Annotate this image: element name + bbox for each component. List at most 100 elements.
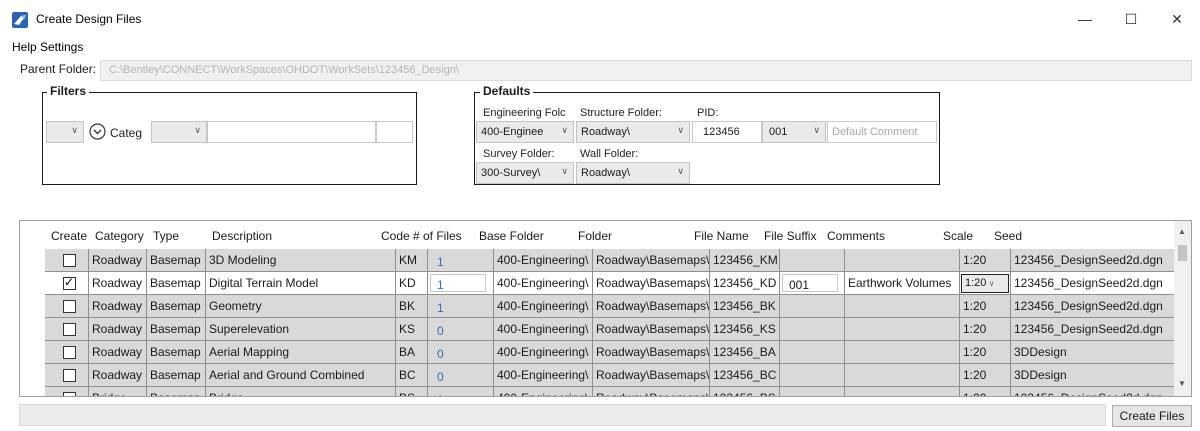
category-cell[interactable]: Roadway — [89, 318, 147, 341]
filter-extra-input[interactable] — [376, 121, 413, 143]
create-checkbox[interactable] — [63, 300, 76, 313]
description-cell[interactable]: Aerial Mapping — [206, 341, 396, 364]
create-checkbox[interactable] — [63, 346, 76, 359]
seed-cell[interactable]: 123456_DesignSeed2d.dgn — [1011, 387, 1177, 396]
files-count-cell[interactable]: 0 — [428, 364, 494, 387]
type-cell[interactable]: Basemap — [147, 387, 206, 396]
files-count-cell[interactable]: 0 — [428, 387, 494, 396]
category-cell[interactable]: Roadway — [89, 249, 147, 272]
filter-operator-dropdown[interactable]: ∨ — [151, 121, 207, 143]
create-checkbox[interactable] — [63, 254, 76, 267]
base-folder-cell[interactable]: 400-Engineering\ — [494, 341, 593, 364]
type-cell[interactable]: Basemap — [147, 341, 206, 364]
file-name-cell[interactable]: 123456_KD — [710, 272, 780, 295]
seed-cell[interactable]: 3DDesign — [1011, 364, 1177, 387]
create-checkbox[interactable] — [63, 369, 76, 382]
create-checkbox[interactable] — [63, 392, 76, 396]
base-folder-cell[interactable]: 400-Engineering\ — [494, 364, 593, 387]
create-files-button[interactable]: Create Files — [1112, 405, 1192, 427]
file-name-cell[interactable]: 123456_BK — [710, 295, 780, 318]
description-cell[interactable]: Geometry — [206, 295, 396, 318]
file-name-cell[interactable]: 123456_BA — [710, 341, 780, 364]
description-cell[interactable]: 3D Modeling — [206, 249, 396, 272]
minimize-button[interactable]: — — [1062, 0, 1108, 38]
description-cell[interactable]: Digital Terrain Model — [206, 272, 396, 295]
description-cell[interactable]: Bridge — [206, 387, 396, 396]
files-count-cell[interactable]: 1 — [428, 249, 494, 272]
file-name-cell[interactable]: 123456_KM — [710, 249, 780, 272]
file-suffix-cell[interactable]: 001 — [780, 272, 845, 295]
seed-cell[interactable]: 123456_DesignSeed2d.dgn — [1011, 318, 1177, 341]
table-row[interactable]: Roadway Basemap Aerial Mapping BA 0 400-Engin… — [45, 341, 1177, 364]
folder-cell[interactable]: Roadway\Basemaps\ — [593, 295, 710, 318]
code-cell[interactable]: BK — [396, 295, 428, 318]
table-row[interactable]: BridgeBasemapBridgeBS0400-Engineering\Ro… — [45, 387, 1177, 396]
engineering-folder-dropdown[interactable]: 400-Enginee ∨ — [476, 121, 574, 143]
comments-cell[interactable] — [845, 387, 960, 396]
files-count-cell[interactable]: 1 — [428, 295, 494, 318]
filter-field-dropdown[interactable]: ∨ — [46, 121, 84, 143]
maximize-button[interactable]: ☐ — [1108, 0, 1154, 38]
code-cell[interactable]: KS — [396, 318, 428, 341]
code-cell[interactable]: BS — [396, 387, 428, 396]
expand-circle-icon[interactable] — [89, 123, 106, 140]
files-count-cell[interactable]: 0 — [428, 341, 494, 364]
description-cell[interactable]: Aerial and Ground Combined — [206, 364, 396, 387]
base-folder-cell[interactable]: 400-Engineering\ — [494, 318, 593, 341]
table-row[interactable]: Roadway Basemap Superelevation KS 0 400-Engin… — [45, 318, 1177, 341]
close-button[interactable]: ✕ — [1154, 0, 1200, 38]
description-cell[interactable]: Superelevation — [206, 318, 396, 341]
type-cell[interactable]: Basemap — [147, 249, 206, 272]
suffix-cell[interactable] — [780, 295, 845, 318]
menu-settings[interactable]: Settings — [40, 40, 83, 54]
base-folder-cell[interactable]: 400-Engineering\ — [494, 249, 593, 272]
code-cell[interactable]: KD — [396, 272, 428, 295]
category-cell[interactable]: Roadway — [89, 341, 147, 364]
wall-folder-dropdown[interactable]: Roadway\ ∨ — [576, 162, 690, 184]
type-cell[interactable]: Basemap — [147, 272, 206, 295]
folder-cell[interactable]: Roadway\Basemaps\ — [593, 318, 710, 341]
file-name-cell[interactable]: 123456_KS — [710, 318, 780, 341]
type-cell[interactable]: Basemap — [147, 295, 206, 318]
survey-folder-dropdown[interactable]: 300-Survey\ ∨ — [476, 162, 574, 184]
files-count-cell[interactable]: 0 — [428, 318, 494, 341]
create-checkbox-cell[interactable] — [45, 341, 89, 364]
suffix-cell[interactable] — [780, 387, 845, 396]
suffix-cell[interactable] — [780, 249, 845, 272]
code-cell[interactable]: BC — [396, 364, 428, 387]
code-cell[interactable]: KM — [396, 249, 428, 272]
parent-folder-field[interactable]: C:\Bentley\CONNECT\WorkSpaces\OHDOT\Work… — [100, 60, 1192, 81]
seed-cell[interactable]: 123456_DesignSeed2d.dgn — [1011, 272, 1177, 295]
seed-cell[interactable]: 123456_DesignSeed2d.dgn — [1011, 295, 1177, 318]
comments-cell[interactable] — [845, 318, 960, 341]
comments-cell[interactable] — [845, 341, 960, 364]
create-checkbox-cell[interactable] — [45, 364, 89, 387]
scale-cell[interactable]: 1:20 — [960, 341, 1011, 364]
base-folder-cell[interactable]: 400-Engineering\ — [494, 387, 593, 396]
pid-suffix-dropdown[interactable]: 001 ∨ — [762, 121, 826, 143]
scale-dropdown[interactable]: 1:20 ∨ — [961, 274, 1009, 293]
seed-cell[interactable]: 123456_DesignSeed2d.dgn — [1011, 249, 1177, 272]
scale-cell[interactable]: 1:20 — [960, 318, 1011, 341]
scale-cell[interactable]: 1:20 — [960, 364, 1011, 387]
comments-cell[interactable] — [845, 249, 960, 272]
category-cell[interactable]: Roadway — [89, 364, 147, 387]
create-checkbox-cell[interactable] — [45, 318, 89, 341]
file-name-cell[interactable]: 123456_BC — [710, 364, 780, 387]
folder-cell[interactable]: Roadway\Basemaps\ — [593, 364, 710, 387]
folder-cell[interactable]: Roadway\Basemaps\ — [593, 387, 710, 396]
create-checkbox-cell[interactable] — [45, 249, 89, 272]
code-cell[interactable]: BA — [396, 341, 428, 364]
pid-input[interactable]: 123456 — [692, 121, 762, 143]
folder-cell[interactable]: Roadway\Basemaps\ — [593, 249, 710, 272]
filter-value-input[interactable] — [207, 121, 376, 143]
scale-dropdown-cell[interactable]: 1:20 ∨ — [960, 272, 1011, 295]
structure-folder-dropdown[interactable]: Roadway\ ∨ — [576, 121, 690, 143]
comments-cell[interactable] — [845, 364, 960, 387]
base-folder-cell[interactable]: 400-Engineering\ — [494, 272, 593, 295]
type-cell[interactable]: Basemap — [147, 364, 206, 387]
files-count-cell[interactable]: 1 — [428, 272, 494, 295]
scale-cell[interactable]: 1:20 — [960, 249, 1011, 272]
scroll-up-icon[interactable]: ▲ — [1178, 227, 1186, 236]
create-checkbox-cell[interactable] — [45, 272, 89, 295]
